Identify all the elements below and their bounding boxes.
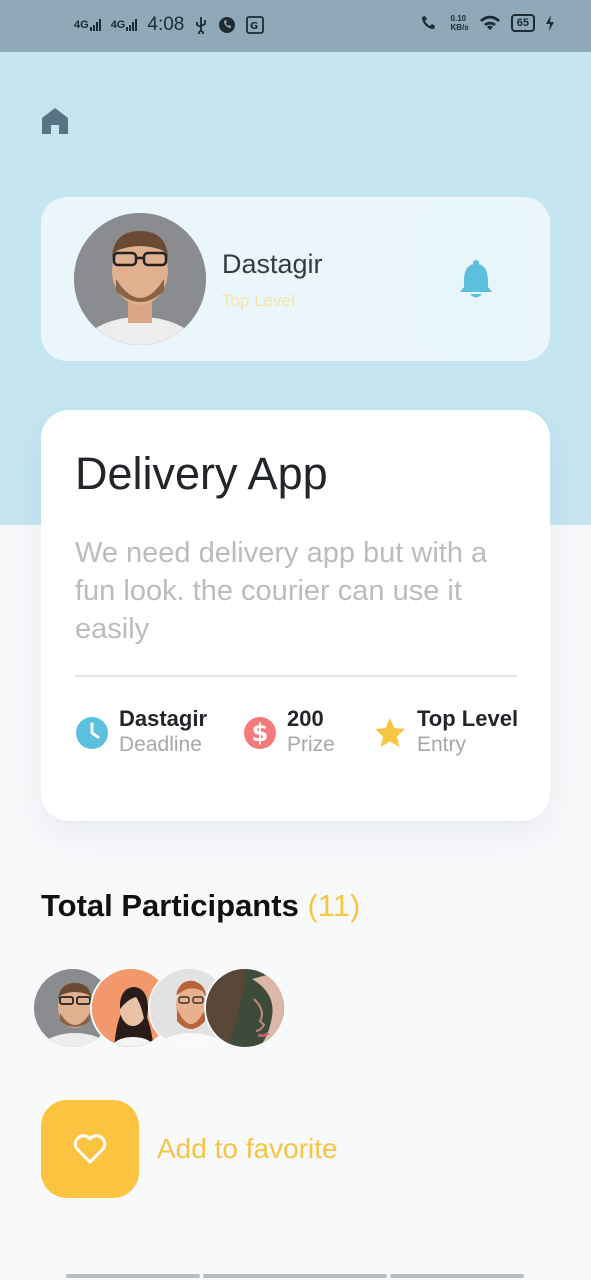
volte-call-icon: [421, 16, 435, 29]
nav-indicator: [203, 1274, 387, 1278]
deadline-label: Deadline: [119, 733, 202, 756]
participants-heading: Total Participants (11): [41, 888, 360, 924]
task-card: Delivery App We need delivery app but wi…: [41, 410, 550, 821]
clock-icon: [76, 717, 108, 749]
usb-icon: [196, 17, 207, 34]
heart-icon: [73, 1134, 107, 1164]
entry-info: Top Level Entry: [373, 707, 518, 759]
entry-label: Entry: [417, 733, 467, 756]
dollar-icon: $: [244, 717, 276, 749]
prize-label: Prize: [287, 733, 335, 756]
deadline-value: Dastagir: [119, 706, 208, 731]
entry-value: Top Level: [417, 706, 519, 731]
profile-card: Dastagir Top Level: [41, 197, 550, 361]
favorite-button[interactable]: [41, 1100, 139, 1198]
star-icon: [375, 718, 405, 747]
profile-name: Dastagir: [222, 249, 323, 279]
phone-call-icon: [219, 17, 236, 33]
prize-info: $ 200 Prize: [243, 707, 335, 759]
profile-level: Top Level: [222, 291, 295, 310]
participants-title: Total Participants: [41, 888, 299, 923]
signal-icon: 4G: [74, 19, 101, 31]
svg-text:$: $: [252, 719, 269, 747]
home-icon[interactable]: [40, 106, 70, 136]
status-left: 4G 4G 4:08 G: [74, 14, 265, 36]
svg-text:G: G: [250, 21, 258, 32]
notification-button[interactable]: [419, 201, 533, 357]
nav-indicator: [390, 1274, 524, 1278]
status-right: 0.10 KB/s 65: [419, 14, 555, 32]
avatar: [74, 213, 206, 345]
prize-value: 200: [287, 706, 324, 731]
participants-count: (11): [307, 888, 361, 923]
task-title: Delivery App: [75, 448, 328, 499]
charging-icon: [546, 15, 554, 31]
signal-icon-2: 4G: [111, 19, 138, 31]
bell-icon: [460, 260, 492, 298]
nav-indicator: [66, 1274, 200, 1278]
status-time: 4:08: [147, 14, 185, 35]
divider: [75, 675, 517, 677]
deadline-info: Dastagir Deadline: [75, 707, 207, 759]
net-speed: 0.10 KB/s: [450, 14, 469, 32]
wifi-icon: [479, 15, 500, 30]
status-bar: 4G 4G 4:08 G 0.10 KB/s 65: [0, 0, 591, 52]
participant-avatar[interactable]: [204, 967, 286, 1049]
battery-indicator: 65: [510, 14, 535, 32]
favorite-label[interactable]: Add to favorite: [157, 1133, 338, 1165]
translate-icon: G: [246, 16, 265, 34]
participant-avatars[interactable]: [32, 967, 292, 1051]
task-description: We need delivery app but with a fun look…: [75, 537, 488, 645]
